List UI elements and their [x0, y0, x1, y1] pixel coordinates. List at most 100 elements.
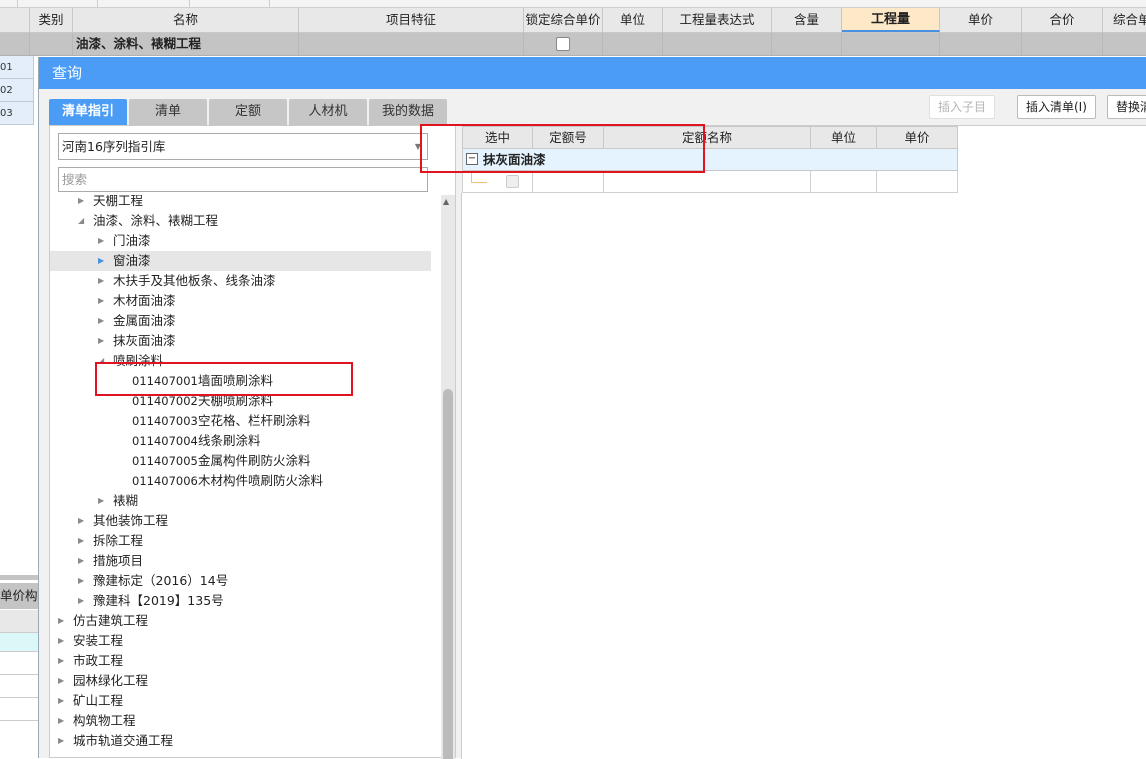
tree-node-label: 仿古建筑工程: [73, 613, 149, 628]
grid-header-blank: [0, 8, 30, 32]
expanded-arrow-icon[interactable]: ◢: [78, 211, 88, 231]
scrollbar-thumb[interactable]: [443, 389, 453, 759]
guide-panel: 河南16序列指引库 ▼ ▶ 天棚工程 ◢ 油漆、涂料、裱糊工程 ▶ 门油漆 ▶ 窗油漆 ▶ 木扶手…: [49, 125, 456, 759]
grid-header-lock-price[interactable]: 锁定综合单价: [524, 8, 603, 32]
collapsed-arrow-icon[interactable]: ▶: [78, 591, 88, 611]
library-select[interactable]: 河南16序列指引库 ▼: [58, 133, 428, 160]
tree-node[interactable]: ▶ 裱糊: [50, 491, 431, 511]
tree-node[interactable]: ▶ 拆除工程: [50, 531, 431, 551]
collapsed-arrow-icon[interactable]: ▶: [78, 531, 88, 551]
collapsed-arrow-icon[interactable]: ▶: [58, 651, 68, 671]
tree-node[interactable]: 011407006 木材构件喷刷防火涂料: [50, 471, 431, 491]
grid-header-total-price[interactable]: 合价: [1022, 8, 1103, 32]
tree-node-code: 011407005: [132, 454, 198, 468]
tree-node[interactable]: ▶ 天棚工程: [50, 195, 431, 211]
tree-node[interactable]: ▶ 园林绿化工程: [50, 671, 431, 691]
collapsed-arrow-icon[interactable]: ▶: [78, 551, 88, 571]
top-tab[interactable]: [18, 0, 98, 8]
collapsed-arrow-icon[interactable]: ▶: [58, 611, 68, 631]
lower-grid-row[interactable]: [0, 698, 38, 721]
grid-header-name[interactable]: 名称: [73, 8, 299, 32]
grid-header-features[interactable]: 项目特征: [299, 8, 524, 32]
dialog-title[interactable]: 查询: [39, 57, 1146, 89]
tree-node[interactable]: ▶ 豫建标定（2016）14号: [50, 571, 431, 591]
tree-node[interactable]: ▶ 其他装饰工程: [50, 511, 431, 531]
col-unit[interactable]: 单位: [811, 127, 877, 148]
collapsed-arrow-icon[interactable]: ▶: [58, 631, 68, 651]
tab-quota[interactable]: 定额: [209, 99, 287, 125]
collapsed-arrow-icon[interactable]: ▶: [98, 271, 108, 291]
collapsed-arrow-icon[interactable]: ▶: [98, 491, 108, 511]
grid-header-quantity[interactable]: 工程量: [842, 8, 940, 32]
tree-node[interactable]: ▶ 木扶手及其他板条、线条油漆: [50, 271, 431, 291]
tree-node[interactable]: ◢ 油漆、涂料、裱糊工程: [50, 211, 431, 231]
tree-node[interactable]: ▶ 窗油漆: [50, 251, 431, 271]
lower-panel-tab[interactable]: 单价构成: [0, 583, 38, 609]
tab-list-guide[interactable]: 清单指引: [49, 99, 127, 125]
lower-grid-row[interactable]: [0, 652, 38, 675]
tree-node-label: 市政工程: [73, 653, 124, 668]
row-number[interactable]: 03: [0, 102, 34, 125]
tree-node[interactable]: ▶ 金属面油漆: [50, 311, 431, 331]
tree-node[interactable]: ▶ 措施项目: [50, 551, 431, 571]
lower-grid-row[interactable]: [0, 675, 38, 698]
collapsed-arrow-icon[interactable]: ▶: [58, 691, 68, 711]
collapsed-arrow-icon[interactable]: ▶: [58, 671, 68, 691]
top-tab[interactable]: [0, 0, 18, 8]
tree-node[interactable]: ▶ 抹灰面油漆: [50, 331, 431, 351]
scroll-up-arrow-icon[interactable]: ▲: [443, 197, 449, 206]
collapsed-arrow-icon[interactable]: ▶: [78, 511, 88, 531]
tree-node[interactable]: 011407004 线条刷涂料: [50, 431, 431, 451]
collapsed-arrow-icon[interactable]: ▶: [78, 571, 88, 591]
tree-node[interactable]: 011407005 金属构件刷防火涂料: [50, 451, 431, 471]
tree-node[interactable]: ▶ 安装工程: [50, 631, 431, 651]
grid-row[interactable]: 油漆、涂料、裱糊工程: [0, 33, 1146, 56]
collapsed-arrow-icon[interactable]: ▶: [58, 731, 68, 751]
collapsed-arrow-icon[interactable]: ▶: [58, 711, 68, 731]
replace-list-button[interactable]: 替换清: [1107, 95, 1146, 119]
grid-header-type[interactable]: 类别: [30, 8, 73, 32]
lock-price-checkbox[interactable]: [556, 37, 570, 51]
tree-node[interactable]: ▶ 市政工程: [50, 651, 431, 671]
tree-node-label: 门油漆: [113, 233, 151, 248]
tree-node[interactable]: ▶ 城市轨道交通工程: [50, 731, 431, 751]
select-checkbox[interactable]: [506, 175, 519, 188]
grid-header-quantity-expression[interactable]: 工程量表达式: [663, 8, 772, 32]
tree-node[interactable]: ▶ 豫建科【2019】135号: [50, 591, 431, 611]
tree-node-code: 011407003: [132, 414, 198, 428]
top-tab[interactable]: [190, 0, 270, 8]
cell-unit: [811, 171, 877, 192]
tree-node[interactable]: ▶ 门油漆: [50, 231, 431, 251]
row-number[interactable]: 01: [0, 56, 34, 79]
grid-header-unit[interactable]: 单位: [603, 8, 663, 32]
insert-child-button[interactable]: 插入子目: [929, 95, 996, 119]
tree-scrollbar[interactable]: ▲: [441, 195, 455, 759]
lower-grid-row[interactable]: [0, 633, 38, 652]
tree-node[interactable]: ▶ 矿山工程: [50, 691, 431, 711]
collapsed-arrow-icon[interactable]: ▶: [98, 291, 108, 311]
tab-list[interactable]: 清单: [129, 99, 207, 125]
search-input[interactable]: [58, 167, 428, 192]
tab-labor-material-machine[interactable]: 人材机: [289, 99, 367, 125]
tab-my-data[interactable]: 我的数据: [369, 99, 447, 125]
tree-node[interactable]: 011407003 空花格、栏杆刷涂料: [50, 411, 431, 431]
collapsed-arrow-icon[interactable]: ▶: [98, 311, 108, 331]
result-row[interactable]: [462, 171, 958, 193]
tree-node-label: 裱糊: [113, 493, 139, 508]
grid-header-unit-price[interactable]: 单价: [940, 8, 1022, 32]
col-unit-price[interactable]: 单价: [877, 127, 957, 148]
tree-node[interactable]: ▶ 木材面油漆: [50, 291, 431, 311]
tree-node[interactable]: ▶ 仿古建筑工程: [50, 611, 431, 631]
top-tab[interactable]: [98, 0, 190, 8]
collapsed-arrow-icon[interactable]: ▶: [98, 331, 108, 351]
splitter[interactable]: [0, 575, 38, 580]
grid-header-content[interactable]: 含量: [772, 8, 842, 32]
grid-header-composite-price[interactable]: 综合单: [1103, 8, 1146, 32]
collapsed-arrow-icon[interactable]: ▶: [98, 251, 108, 271]
collapsed-arrow-icon[interactable]: ▶: [78, 195, 88, 211]
insert-list-button[interactable]: 插入清单(I): [1017, 95, 1096, 119]
collapsed-arrow-icon[interactable]: ▶: [98, 231, 108, 251]
tree-node-label: 拆除工程: [93, 533, 144, 548]
row-number[interactable]: 02: [0, 79, 34, 102]
tree-node[interactable]: ▶ 构筑物工程: [50, 711, 431, 731]
